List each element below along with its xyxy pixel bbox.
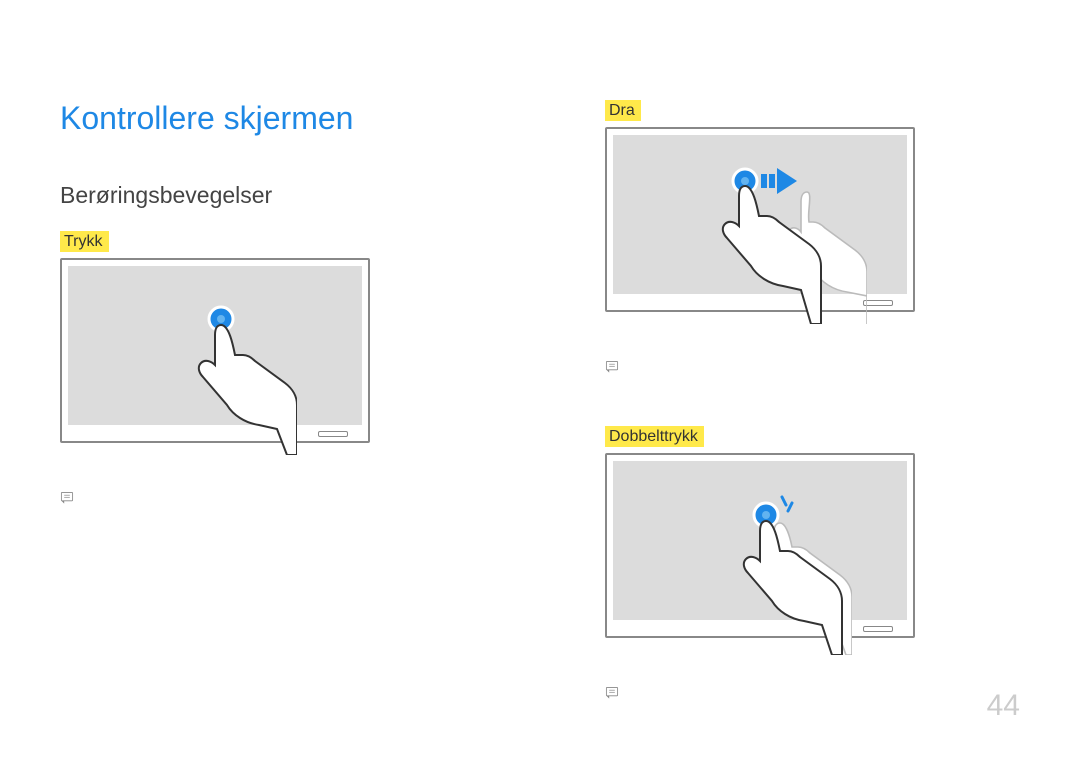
gesture-doubletap-illustration (605, 453, 915, 638)
note-icon (60, 491, 74, 505)
hand-drag-icon (697, 164, 867, 324)
gesture-tap: Trykk (60, 231, 475, 535)
section-subtitle: Berøringsbevegelser (60, 182, 475, 209)
note-icon (605, 360, 619, 374)
content-columns: Kontrollere skjermen Berøringsbevegelser… (60, 100, 1020, 752)
gesture-doubletap-label: Dobbelttrykk (605, 426, 704, 447)
hand-tap-icon (177, 305, 297, 455)
gesture-drag-label: Dra (605, 100, 641, 121)
gesture-doubletap: Dobbelttrykk (605, 426, 1020, 730)
hand-doubletap-icon (722, 495, 852, 655)
right-column: Dra (605, 100, 1020, 752)
page-title: Kontrollere skjermen (60, 100, 475, 137)
gesture-doubletap-note (605, 684, 1020, 700)
gesture-tap-label: Trykk (60, 231, 109, 252)
gesture-drag: Dra (605, 100, 1020, 404)
left-column: Kontrollere skjermen Berøringsbevegelser… (60, 100, 475, 752)
gesture-drag-note (605, 358, 1020, 374)
page-number: 44 (987, 689, 1020, 723)
gesture-tap-note (60, 489, 475, 505)
note-icon (605, 686, 619, 700)
gesture-tap-desc (60, 451, 475, 481)
gesture-drag-illustration (605, 127, 915, 312)
gesture-tap-illustration (60, 258, 370, 443)
gesture-drag-desc (605, 320, 1020, 350)
page: Kontrollere skjermen Berøringsbevegelser… (0, 0, 1080, 763)
